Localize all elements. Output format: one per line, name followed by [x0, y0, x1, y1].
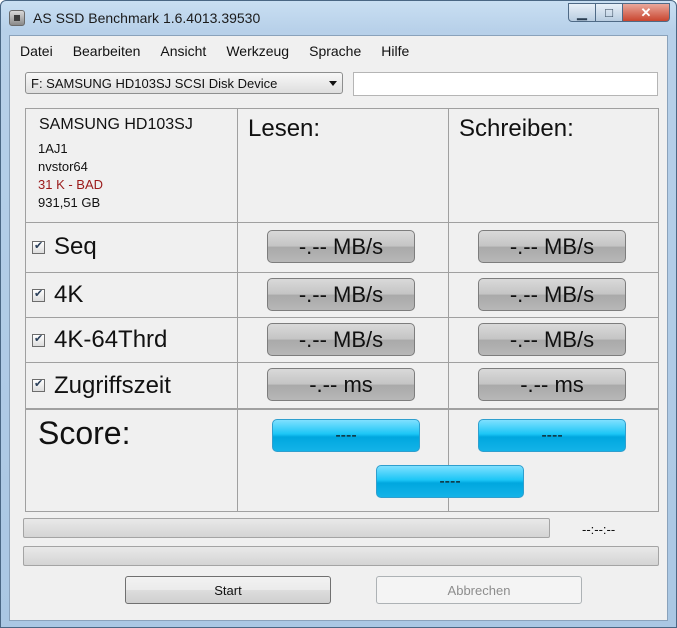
read-column-header: Lesen: [248, 115, 321, 142]
4k-64thrd-checkbox[interactable] [32, 332, 45, 347]
menu-bearbeiten[interactable]: Bearbeiten [63, 43, 151, 59]
info-textbox[interactable] [353, 72, 658, 96]
4k-checkbox[interactable] [32, 287, 45, 302]
window-title: AS SSD Benchmark 1.6.4013.39530 [33, 10, 261, 26]
results-grid: SAMSUNG HD103SJ 1AJ1 nvstor64 31 K - BAD… [25, 108, 659, 512]
4k-write-result: -.-- MB/s [478, 278, 626, 311]
seq-checkbox[interactable] [32, 239, 45, 254]
app-icon [9, 10, 25, 26]
4k-64thrd-write-result: -.-- MB/s [478, 323, 626, 356]
4k-read-result: -.-- MB/s [267, 278, 415, 311]
maximize-button[interactable]: □ [596, 3, 623, 22]
test-row-seq: Seq [26, 223, 97, 271]
menu-sprache[interactable]: Sprache [299, 43, 371, 59]
access-time-write-result: -.-- ms [478, 368, 626, 401]
total-score: ---- [376, 465, 524, 498]
minimize-icon: ▁ [577, 4, 587, 20]
menu-werkzeug[interactable]: Werkzeug [216, 43, 299, 59]
caption-buttons: ▁ □ ✕ [568, 3, 670, 22]
test-label: 4K-64Thrd [54, 326, 168, 353]
start-button[interactable]: Start [125, 576, 331, 604]
client-area: Datei Bearbeiten Ansicht Werkzeug Sprach… [9, 35, 668, 621]
grid-divider [26, 408, 658, 410]
device-firmware: 1AJ1 [38, 141, 68, 156]
close-icon: ✕ [640, 4, 652, 20]
test-row-4k: 4K [26, 273, 83, 317]
score-label: Score: [38, 415, 131, 451]
menu-hilfe[interactable]: Hilfe [371, 43, 419, 59]
menu-datei[interactable]: Datei [10, 43, 63, 59]
test-label: 4K [54, 281, 84, 308]
seq-read-result: -.-- MB/s [267, 230, 415, 263]
minimize-button[interactable]: ▁ [568, 3, 596, 22]
close-button[interactable]: ✕ [623, 3, 670, 22]
drive-select[interactable]: F: SAMSUNG HD103SJ SCSI Disk Device [25, 72, 343, 94]
device-alignment: 31 K - BAD [38, 177, 104, 192]
access-time-checkbox[interactable] [32, 377, 45, 392]
4k-64thrd-read-result: -.-- MB/s [267, 323, 415, 356]
dropdown-arrow-icon [329, 81, 337, 86]
test-label: Seq [54, 233, 97, 260]
test-row-access-time: Zugriffszeit [26, 363, 171, 408]
grid-divider [237, 109, 238, 511]
test-row-4k-64thrd: 4K-64Thrd [26, 318, 167, 362]
device-model: SAMSUNG HD103SJ [39, 116, 193, 133]
menu-ansicht[interactable]: Ansicht [150, 43, 216, 59]
grid-divider [26, 272, 658, 273]
title-bar[interactable]: AS SSD Benchmark 1.6.4013.39530 ▁ □ ✕ [1, 1, 676, 35]
elapsed-time: --:--:-- [582, 522, 616, 537]
access-time-read-result: -.-- ms [267, 368, 415, 401]
menu-bar: Datei Bearbeiten Ansicht Werkzeug Sprach… [10, 36, 667, 66]
test-progress-bar [23, 518, 550, 538]
device-driver: nvstor64 [38, 159, 88, 174]
read-score: ---- [272, 419, 420, 452]
drive-select-value: F: SAMSUNG HD103SJ SCSI Disk Device [31, 76, 278, 91]
grid-divider [448, 109, 449, 511]
grid-divider [26, 222, 658, 223]
app-window: AS SSD Benchmark 1.6.4013.39530 ▁ □ ✕ Da… [0, 0, 677, 628]
test-label: Zugriffszeit [54, 371, 171, 399]
maximize-icon: □ [605, 5, 613, 20]
total-progress-bar [23, 546, 659, 566]
write-column-header: Schreiben: [459, 115, 574, 142]
write-score: ---- [478, 419, 626, 452]
seq-write-result: -.-- MB/s [478, 230, 626, 263]
cancel-button[interactable]: Abbrechen [376, 576, 582, 604]
device-size: 931,51 GB [38, 195, 101, 210]
